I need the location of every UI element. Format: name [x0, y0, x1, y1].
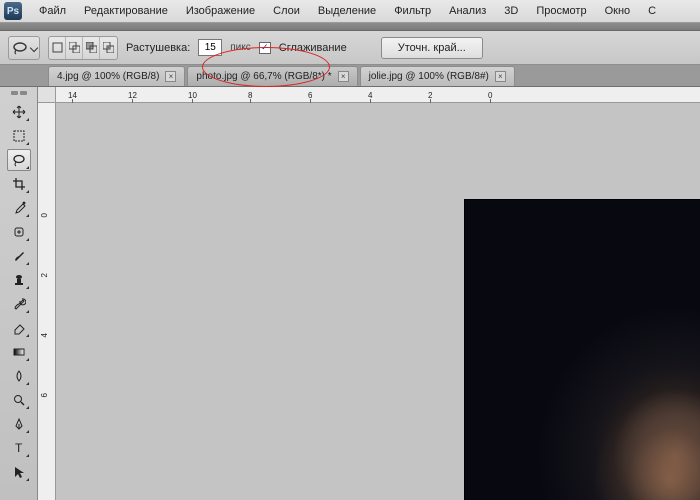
refine-edge-button[interactable]: Уточн. край...: [381, 37, 483, 59]
tab-label: 4.jpg @ 100% (RGB/8): [57, 71, 159, 82]
ruler-tick: 4: [368, 91, 372, 100]
ruler-tick: 0: [40, 213, 49, 217]
ruler-tick: 2: [428, 91, 432, 100]
selection-new-button[interactable]: [49, 37, 66, 59]
options-bar: Растушевка: пикс ✓ Сглаживание Уточн. кр…: [0, 31, 700, 65]
feather-input[interactable]: [198, 39, 222, 56]
feather-unit: пикс: [230, 42, 251, 53]
tool-path-select[interactable]: [7, 461, 31, 483]
ruler-tick: 6: [308, 91, 312, 100]
tool-marquee[interactable]: [7, 125, 31, 147]
tab-doc-0[interactable]: 4.jpg @ 100% (RGB/8) ×: [48, 66, 185, 86]
menu-select[interactable]: Выделение: [309, 2, 385, 20]
menu-analysis[interactable]: Анализ: [440, 2, 495, 20]
app-logo: Ps: [4, 2, 22, 20]
menu-view[interactable]: Просмотр: [527, 2, 595, 20]
tool-gradient[interactable]: [7, 341, 31, 363]
menu-more[interactable]: С: [639, 2, 665, 20]
ruler-tick: 8: [248, 91, 252, 100]
ruler-tick: 10: [188, 91, 197, 100]
menu-layers[interactable]: Слои: [264, 2, 309, 20]
menu-edit[interactable]: Редактирование: [75, 2, 177, 20]
tool-pen[interactable]: [7, 413, 31, 435]
selection-subtract-button[interactable]: [83, 37, 100, 59]
tab-label: photo.jpg @ 66,7% (RGB/8*) *: [196, 71, 331, 82]
ruler-tick: 12: [128, 91, 137, 100]
ruler-vertical[interactable]: 0 2 4 6: [38, 103, 56, 500]
tool-brush[interactable]: [7, 245, 31, 267]
tool-stamp[interactable]: [7, 269, 31, 291]
menu-filter[interactable]: Фильтр: [385, 2, 440, 20]
menu-window[interactable]: Окно: [596, 2, 640, 20]
close-icon[interactable]: ×: [495, 71, 506, 82]
tool-eyedropper[interactable]: [7, 197, 31, 219]
tab-doc-2[interactable]: jolie.jpg @ 100% (RGB/8#) ×: [360, 66, 515, 86]
tool-eraser[interactable]: [7, 317, 31, 339]
ruler-tick: 4: [40, 333, 49, 337]
selection-add-button[interactable]: [66, 37, 83, 59]
selection-intersect-button[interactable]: [100, 37, 117, 59]
feather-label: Растушевка:: [126, 42, 190, 54]
document-canvas[interactable]: [56, 103, 700, 500]
lasso-icon: [12, 41, 28, 55]
document-tabs: 4.jpg @ 100% (RGB/8) × photo.jpg @ 66,7% …: [0, 65, 700, 87]
workspace: T 14 12 10 8 6 4 2 0 0 2 4 6: [0, 87, 700, 500]
ruler-origin[interactable]: [38, 87, 56, 103]
tool-type[interactable]: T: [7, 437, 31, 459]
tab-doc-1[interactable]: photo.jpg @ 66,7% (RGB/8*) * ×: [187, 66, 357, 86]
menu-file[interactable]: Файл: [30, 2, 75, 20]
antialias-checkbox[interactable]: ✓: [259, 42, 271, 54]
ruler-horizontal[interactable]: 14 12 10 8 6 4 2 0: [56, 87, 700, 103]
svg-text:T: T: [15, 441, 23, 455]
ruler-tick: 2: [40, 273, 49, 277]
app-frame-bar: [0, 23, 700, 31]
selection-mode-group: [48, 36, 118, 60]
chevron-down-icon: [29, 43, 37, 51]
tool-healing[interactable]: [7, 221, 31, 243]
ruler-tick: 0: [488, 91, 492, 100]
tool-dodge[interactable]: [7, 389, 31, 411]
canvas-area: 14 12 10 8 6 4 2 0 0 2 4 6: [38, 87, 700, 500]
tool-blur[interactable]: [7, 365, 31, 387]
current-tool-indicator[interactable]: [8, 36, 40, 60]
tool-lasso[interactable]: [7, 149, 31, 171]
tool-crop[interactable]: [7, 173, 31, 195]
ruler-tick: 14: [68, 91, 77, 100]
menu-image[interactable]: Изображение: [177, 2, 264, 20]
tool-history-brush[interactable]: [7, 293, 31, 315]
ruler-tick: 6: [40, 393, 49, 397]
tab-label: jolie.jpg @ 100% (RGB/8#): [369, 71, 489, 82]
close-icon[interactable]: ×: [338, 71, 349, 82]
menu-bar: Ps Файл Редактирование Изображение Слои …: [0, 0, 700, 23]
tools-panel: T: [0, 87, 38, 500]
panel-grip[interactable]: [5, 91, 33, 97]
close-icon[interactable]: ×: [165, 71, 176, 82]
antialias-label: Сглаживание: [279, 42, 347, 54]
tool-move[interactable]: [7, 101, 31, 123]
photo-content: [465, 200, 700, 500]
menu-3d[interactable]: 3D: [495, 2, 527, 20]
